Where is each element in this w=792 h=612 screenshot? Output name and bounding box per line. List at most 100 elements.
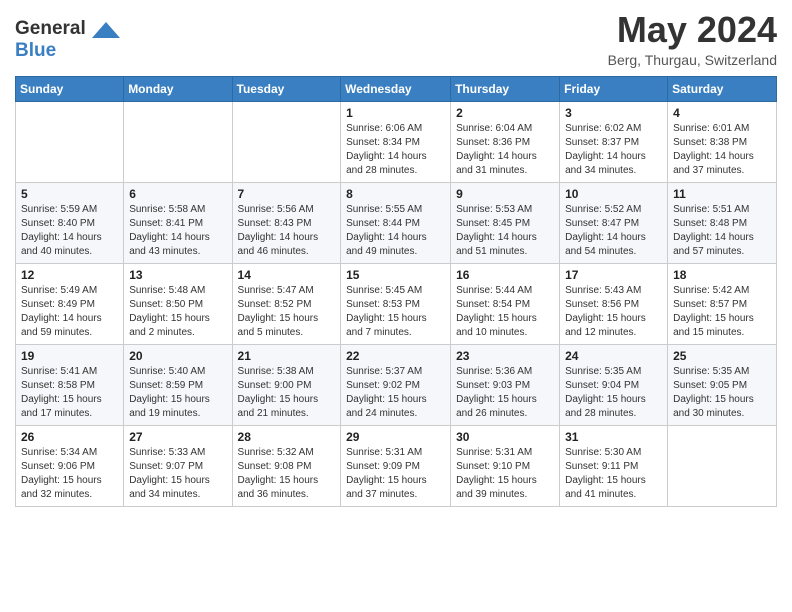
day-info: Sunrise: 5:40 AMSunset: 8:59 PMDaylight:… xyxy=(129,365,226,421)
page: General Blue May 2024 Berg, Thurgau, Swi… xyxy=(0,0,792,522)
day-number: 23 xyxy=(456,349,554,363)
day-number: 27 xyxy=(129,430,226,444)
day-number: 1 xyxy=(346,106,445,120)
day-info: Sunrise: 5:42 AMSunset: 8:57 PMDaylight:… xyxy=(673,284,771,340)
day-number: 6 xyxy=(129,187,226,201)
day-cell: 15 Sunrise: 5:45 AMSunset: 8:53 PMDayligh… xyxy=(341,263,451,344)
day-header-friday: Friday xyxy=(560,76,668,101)
day-info: Sunrise: 5:31 AMSunset: 9:09 PMDaylight:… xyxy=(346,446,445,502)
day-number: 5 xyxy=(21,187,118,201)
day-info: Sunrise: 5:38 AMSunset: 9:00 PMDaylight:… xyxy=(238,365,336,421)
day-cell: 2Sunrise: 6:04 AMSunset: 8:36 PMDaylight… xyxy=(451,101,560,182)
day-cell: 25Sunrise: 5:35 AMSunset: 9:05 PMDayligh… xyxy=(668,344,777,425)
day-header-tuesday: Tuesday xyxy=(232,76,341,101)
week-row-4: 19 Sunrise: 5:41 AMSunset: 8:58 PMDayligh… xyxy=(16,344,777,425)
day-info: Sunrise: 5:55 AMSunset: 8:44 PMDaylight:… xyxy=(346,203,445,259)
day-info: Sunrise: 5:36 AMSunset: 9:03 PMDaylight:… xyxy=(456,365,554,421)
day-number: 20 xyxy=(129,349,226,363)
day-number: 3 xyxy=(565,106,662,120)
day-info: Sunrise: 6:01 AMSunset: 8:38 PMDaylight:… xyxy=(673,122,771,178)
day-info: Sunrise: 5:53 AMSunset: 8:45 PMDaylight:… xyxy=(456,203,554,259)
day-number: 12 xyxy=(21,268,118,282)
day-number: 31 xyxy=(565,430,662,444)
day-number: 17 xyxy=(565,268,662,282)
day-cell: 13 Sunrise: 5:48 AMSunset: 8:50 PMDayligh… xyxy=(124,263,232,344)
logo-icon xyxy=(92,16,120,44)
day-cell: 11 Sunrise: 5:51 AMSunset: 8:48 PMDayligh… xyxy=(668,182,777,263)
day-number: 18 xyxy=(673,268,771,282)
day-number: 2 xyxy=(456,106,554,120)
calendar-table: SundayMondayTuesdayWednesdayThursdayFrid… xyxy=(15,76,777,507)
day-cell: 7 Sunrise: 5:56 AMSunset: 8:43 PMDaylight… xyxy=(232,182,341,263)
day-cell: 20 Sunrise: 5:40 AMSunset: 8:59 PMDayligh… xyxy=(124,344,232,425)
day-cell: 21 Sunrise: 5:38 AMSunset: 9:00 PMDayligh… xyxy=(232,344,341,425)
day-cell xyxy=(668,425,777,506)
day-cell: 30Sunrise: 5:31 AMSunset: 9:10 PMDayligh… xyxy=(451,425,560,506)
day-number: 19 xyxy=(21,349,118,363)
day-number: 29 xyxy=(346,430,445,444)
day-cell: 23 Sunrise: 5:36 AMSunset: 9:03 PMDayligh… xyxy=(451,344,560,425)
day-cell xyxy=(16,101,124,182)
day-number: 26 xyxy=(21,430,118,444)
day-cell: 5 Sunrise: 5:59 AMSunset: 8:40 PMDaylight… xyxy=(16,182,124,263)
day-info: Sunrise: 6:06 AMSunset: 8:34 PMDaylight:… xyxy=(346,122,445,178)
day-header-wednesday: Wednesday xyxy=(341,76,451,101)
day-cell: 9 Sunrise: 5:53 AMSunset: 8:45 PMDaylight… xyxy=(451,182,560,263)
day-info: Sunrise: 5:37 AMSunset: 9:02 PMDaylight:… xyxy=(346,365,445,421)
day-cell: 26Sunrise: 5:34 AMSunset: 9:06 PMDayligh… xyxy=(16,425,124,506)
day-number: 7 xyxy=(238,187,336,201)
day-cell: 19 Sunrise: 5:41 AMSunset: 8:58 PMDayligh… xyxy=(16,344,124,425)
logo: General Blue xyxy=(15,16,120,62)
day-cell: 28 Sunrise: 5:32 AMSunset: 9:08 PMDayligh… xyxy=(232,425,341,506)
day-cell: 31 Sunrise: 5:30 AMSunset: 9:11 PMDayligh… xyxy=(560,425,668,506)
day-info: Sunrise: 5:41 AMSunset: 8:58 PMDaylight:… xyxy=(21,365,118,421)
day-info: Sunrise: 5:59 AMSunset: 8:40 PMDaylight:… xyxy=(21,203,118,259)
day-number: 21 xyxy=(238,349,336,363)
day-number: 9 xyxy=(456,187,554,201)
day-cell: 14 Sunrise: 5:47 AMSunset: 8:52 PMDayligh… xyxy=(232,263,341,344)
day-info: Sunrise: 5:48 AMSunset: 8:50 PMDaylight:… xyxy=(129,284,226,340)
day-number: 8 xyxy=(346,187,445,201)
title-block: May 2024 Berg, Thurgau, Switzerland xyxy=(608,10,777,68)
day-number: 28 xyxy=(238,430,336,444)
day-cell: 18 Sunrise: 5:42 AMSunset: 8:57 PMDayligh… xyxy=(668,263,777,344)
day-cell: 1 Sunrise: 6:06 AMSunset: 8:34 PMDaylight… xyxy=(341,101,451,182)
day-number: 25 xyxy=(673,349,771,363)
day-info: Sunrise: 5:33 AMSunset: 9:07 PMDaylight:… xyxy=(129,446,226,502)
day-info: Sunrise: 5:32 AMSunset: 9:08 PMDaylight:… xyxy=(238,446,336,502)
day-number: 14 xyxy=(238,268,336,282)
day-info: Sunrise: 5:51 AMSunset: 8:48 PMDaylight:… xyxy=(673,203,771,259)
week-row-5: 26Sunrise: 5:34 AMSunset: 9:06 PMDayligh… xyxy=(16,425,777,506)
day-cell: 16 Sunrise: 5:44 AMSunset: 8:54 PMDayligh… xyxy=(451,263,560,344)
day-header-sunday: Sunday xyxy=(16,76,124,101)
day-header-thursday: Thursday xyxy=(451,76,560,101)
day-number: 24 xyxy=(565,349,662,363)
day-cell: 4 Sunrise: 6:01 AMSunset: 8:38 PMDaylight… xyxy=(668,101,777,182)
day-number: 13 xyxy=(129,268,226,282)
day-info: Sunrise: 5:45 AMSunset: 8:53 PMDaylight:… xyxy=(346,284,445,340)
day-info: Sunrise: 5:30 AMSunset: 9:11 PMDaylight:… xyxy=(565,446,662,502)
day-header-saturday: Saturday xyxy=(668,76,777,101)
day-info: Sunrise: 6:02 AMSunset: 8:37 PMDaylight:… xyxy=(565,122,662,178)
day-number: 10 xyxy=(565,187,662,201)
day-cell: 6 Sunrise: 5:58 AMSunset: 8:41 PMDaylight… xyxy=(124,182,232,263)
day-number: 4 xyxy=(673,106,771,120)
day-number: 16 xyxy=(456,268,554,282)
day-cell: 24Sunrise: 5:35 AMSunset: 9:04 PMDayligh… xyxy=(560,344,668,425)
day-info: Sunrise: 5:44 AMSunset: 8:54 PMDaylight:… xyxy=(456,284,554,340)
day-info: Sunrise: 5:56 AMSunset: 8:43 PMDaylight:… xyxy=(238,203,336,259)
day-info: Sunrise: 5:58 AMSunset: 8:41 PMDaylight:… xyxy=(129,203,226,259)
day-header-monday: Monday xyxy=(124,76,232,101)
day-cell xyxy=(232,101,341,182)
day-number: 11 xyxy=(673,187,771,201)
day-cell: 8 Sunrise: 5:55 AMSunset: 8:44 PMDaylight… xyxy=(341,182,451,263)
day-cell: 12Sunrise: 5:49 AMSunset: 8:49 PMDayligh… xyxy=(16,263,124,344)
week-row-1: 1 Sunrise: 6:06 AMSunset: 8:34 PMDaylight… xyxy=(16,101,777,182)
day-info: Sunrise: 5:47 AMSunset: 8:52 PMDaylight:… xyxy=(238,284,336,340)
day-number: 30 xyxy=(456,430,554,444)
day-number: 15 xyxy=(346,268,445,282)
week-row-3: 12Sunrise: 5:49 AMSunset: 8:49 PMDayligh… xyxy=(16,263,777,344)
day-cell: 17Sunrise: 5:43 AMSunset: 8:56 PMDayligh… xyxy=(560,263,668,344)
day-info: Sunrise: 5:52 AMSunset: 8:47 PMDaylight:… xyxy=(565,203,662,259)
day-cell: 3 Sunrise: 6:02 AMSunset: 8:37 PMDaylight… xyxy=(560,101,668,182)
